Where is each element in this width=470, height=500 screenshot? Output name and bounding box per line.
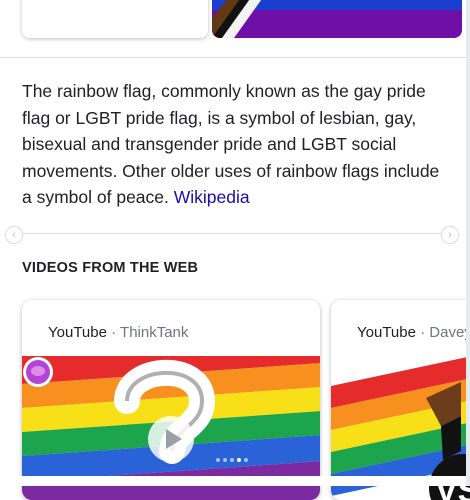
bottom-edge [0,476,470,486]
carousel-dot [216,458,220,462]
carousel-dot [244,458,248,462]
progress-flag-graphic [212,0,462,38]
right-edge [466,0,470,486]
divider-middle [16,233,452,234]
top-image-card[interactable] [22,0,208,38]
chevron-left-icon[interactable]: ‹ [5,226,23,244]
video-channel: ThinkTank [120,324,189,341]
video-source: YouTube · Davey [357,324,470,341]
chevron-right-icon[interactable]: › [441,226,459,244]
video-platform: YouTube [48,324,107,341]
wikipedia-link[interactable]: Wikipedia [174,187,250,207]
source-separator: · [420,324,426,341]
divider-top [0,57,470,58]
video-card-davey[interactable]: YouTube · Davey VS [331,300,470,500]
carousel-dots [216,458,248,462]
video-source: YouTube · ThinkTank [48,324,188,341]
carousel-dot [230,458,234,462]
carousel-dot-active [237,458,241,462]
top-flag-image[interactable] [212,0,462,38]
source-separator: · [111,324,117,341]
play-icon[interactable] [148,416,194,462]
videos-section-title: VIDEOS FROM THE WEB [22,260,199,276]
flag-description: The rainbow flag, commonly known as the … [22,78,442,211]
video-channel: Davey [429,324,470,341]
video-platform: YouTube [357,324,416,341]
carousel-dot [223,458,227,462]
video-card-thinktank[interactable]: YouTube · ThinkTank [22,300,320,500]
top-image-strip [0,0,470,58]
